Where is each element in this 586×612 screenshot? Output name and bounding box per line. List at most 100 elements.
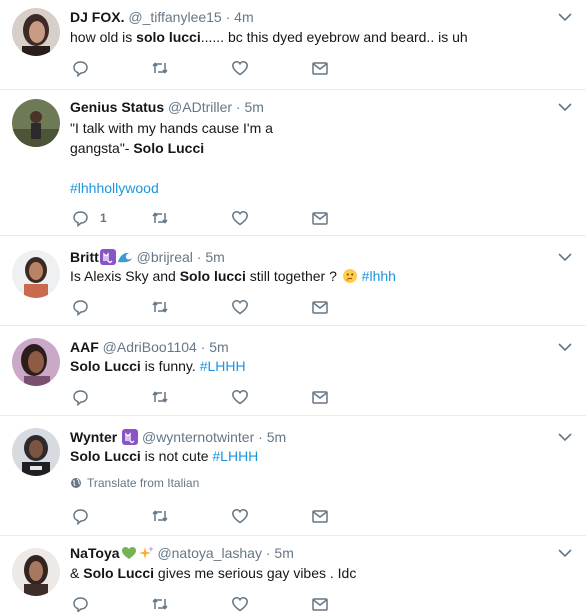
hashtag-link[interactable]: #lhhhollywood: [70, 180, 159, 196]
like-button[interactable]: [230, 208, 250, 228]
tweet-card[interactable]: NaToya @natoya_lashay · 5m & Solo Lucci …: [0, 536, 586, 612]
hashtag-link[interactable]: #LHHH: [200, 358, 246, 374]
retweet-button[interactable]: [150, 297, 170, 317]
like-icon: [232, 508, 248, 524]
highlighted-term: Solo lucci: [179, 268, 246, 284]
display-name[interactable]: AAF: [70, 339, 99, 355]
hashtag-link[interactable]: #lhhh: [358, 268, 396, 284]
message-icon: [312, 510, 328, 523]
chevron-down-icon[interactable]: [558, 342, 572, 352]
tweet-card[interactable]: AAF @AdriBoo1104 · 5m Solo Lucci is funn…: [0, 326, 586, 416]
reply-button[interactable]: [70, 297, 90, 317]
avatar[interactable]: [12, 338, 60, 386]
user-handle[interactable]: @ADtriller: [168, 99, 232, 115]
highlighted-term: Solo Lucci: [133, 140, 205, 156]
user-handle[interactable]: @wynternotwinter: [142, 429, 254, 445]
avatar[interactable]: [12, 99, 60, 147]
direct-message-button[interactable]: [310, 58, 330, 78]
reply-button[interactable]: [70, 387, 90, 407]
reply-icon: [73, 300, 88, 317]
message-icon: [312, 62, 328, 75]
tweet-header: DJ FOX. @_tiffanylee15 · 4m: [70, 8, 254, 26]
chevron-down-icon[interactable]: [558, 432, 572, 442]
reply-button[interactable]: [70, 506, 90, 526]
retweet-icon: [152, 598, 168, 610]
reply-button[interactable]: [70, 594, 90, 612]
retweet-button[interactable]: [150, 594, 170, 612]
retweet-button[interactable]: [150, 387, 170, 407]
retweet-button[interactable]: [150, 506, 170, 526]
like-button[interactable]: [230, 58, 250, 78]
display-name[interactable]: DJ FOX.: [70, 9, 124, 25]
user-handle[interactable]: @natoya_lashay: [157, 545, 262, 561]
like-button[interactable]: [230, 594, 250, 612]
avatar[interactable]: [12, 548, 60, 596]
globe-icon: [71, 478, 81, 488]
highlighted-term: solo lucci: [136, 29, 201, 45]
timestamp[interactable]: 5m: [274, 545, 293, 561]
translate-label: Translate from Italian: [87, 476, 200, 490]
tweet-card[interactable]: Britt @brijreal · 5m Is Alexis Sky and S…: [0, 236, 586, 326]
like-button[interactable]: [230, 506, 250, 526]
tweet-header: Britt @brijreal · 5m: [70, 248, 225, 266]
separator-dot: ·: [196, 249, 202, 265]
timestamp[interactable]: 4m: [234, 9, 253, 25]
direct-message-button[interactable]: [310, 506, 330, 526]
user-handle[interactable]: @AdriBoo1104: [103, 339, 197, 355]
user-handle[interactable]: @brijreal: [137, 249, 193, 265]
reply-icon: [73, 509, 88, 526]
timestamp[interactable]: 5m: [267, 429, 286, 445]
message-icon: [312, 598, 328, 611]
chevron-down-icon[interactable]: [558, 252, 572, 262]
timestamp[interactable]: 5m: [205, 249, 224, 265]
separator-dot: ·: [235, 99, 241, 115]
avatar[interactable]: [12, 428, 60, 476]
tweet-header: NaToya @natoya_lashay · 5m: [70, 544, 294, 562]
timestamp[interactable]: 5m: [244, 99, 263, 115]
chevron-down-icon[interactable]: [558, 548, 572, 558]
tweet-text: how old is solo lucci...... bc this dyed…: [70, 29, 468, 45]
reply-icon: [73, 597, 88, 612]
like-icon: [232, 210, 248, 226]
tweet-actions: [70, 594, 400, 612]
display-name[interactable]: NaToya: [70, 545, 120, 561]
direct-message-button[interactable]: [310, 297, 330, 317]
translate-link[interactable]: Translate from Italian: [70, 476, 199, 490]
like-icon: [232, 389, 248, 405]
tweet-actions: 1: [70, 208, 400, 228]
retweet-icon: [152, 301, 168, 313]
like-button[interactable]: [230, 297, 250, 317]
reply-icon: [73, 390, 88, 407]
like-button[interactable]: [230, 387, 250, 407]
chevron-down-icon[interactable]: [558, 102, 572, 112]
retweet-button[interactable]: [150, 58, 170, 78]
retweet-icon: [152, 391, 168, 403]
chevron-down-icon[interactable]: [558, 12, 572, 22]
reply-icon: [73, 211, 88, 228]
direct-message-button[interactable]: [310, 208, 330, 228]
timestamp[interactable]: 5m: [209, 339, 228, 355]
tweet-actions: [70, 297, 400, 317]
highlighted-term: Solo Lucci: [70, 448, 141, 464]
direct-message-button[interactable]: [310, 387, 330, 407]
retweet-icon: [152, 212, 168, 224]
tweet-card[interactable]: Genius Status @ADtriller · 5m "I talk wi…: [0, 90, 586, 236]
wave-icon: [117, 252, 132, 263]
tweet-header: Wynter @wynternotwinter · 5m: [70, 428, 286, 446]
hashtag-link[interactable]: #LHHH: [212, 448, 258, 464]
reply-button[interactable]: [70, 58, 90, 78]
like-icon: [232, 60, 248, 76]
reply-button[interactable]: 1: [70, 208, 107, 228]
like-icon: [232, 299, 248, 315]
direct-message-button[interactable]: [310, 594, 330, 612]
user-handle[interactable]: @_tiffanylee15: [128, 9, 221, 25]
avatar[interactable]: [12, 250, 60, 298]
display-name[interactable]: Britt: [70, 249, 99, 265]
scorpio-icon: [122, 429, 139, 445]
display-name[interactable]: Wynter: [70, 429, 117, 445]
avatar[interactable]: [12, 8, 60, 56]
display-name[interactable]: Genius Status: [70, 99, 164, 115]
tweet-card[interactable]: Wynter @wynternotwinter · 5m Solo Lucci …: [0, 416, 586, 536]
tweet-card[interactable]: DJ FOX. @_tiffanylee15 · 4m how old is s…: [0, 0, 586, 90]
retweet-button[interactable]: [150, 208, 170, 228]
